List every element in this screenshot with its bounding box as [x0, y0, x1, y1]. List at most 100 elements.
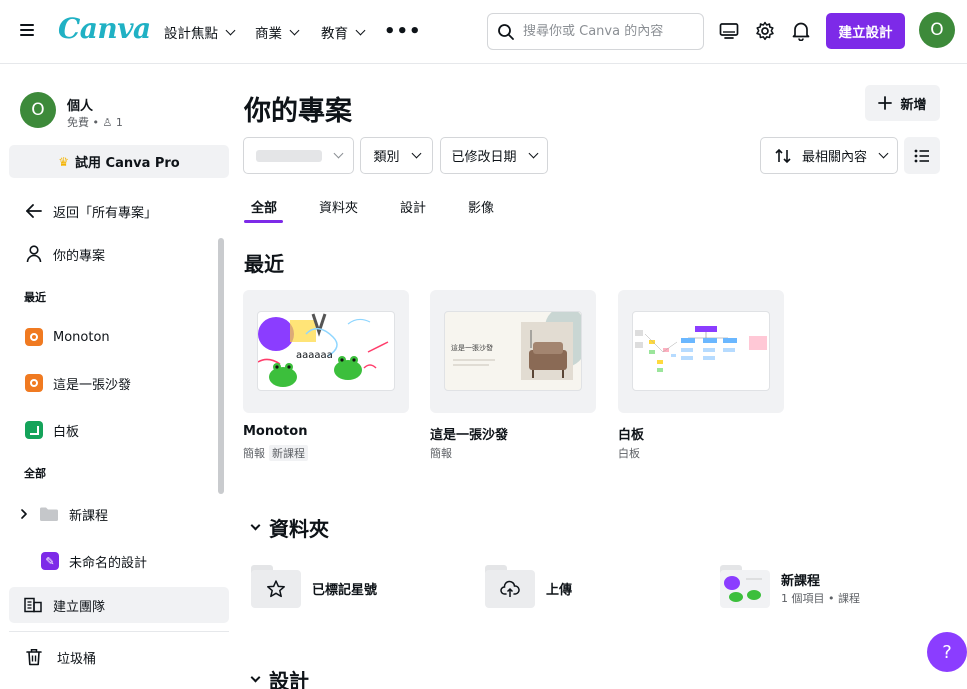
- try-pro-label: 試用 Canva Pro: [75, 156, 180, 171]
- card-title[interactable]: 這是一張沙發: [430, 424, 508, 443]
- presentation-icon: [24, 327, 44, 347]
- sidebar: O 個人 免費 • ♙ 1 ♛ 試用 Canva Pro 返回「所有專案」 你的…: [0, 65, 238, 689]
- tab-images[interactable]: 影像: [468, 197, 494, 216]
- new-label: 新增: [900, 97, 927, 113]
- chevron-right-icon[interactable]: [20, 508, 30, 520]
- card-meta: 簡報 新課程: [243, 445, 308, 461]
- sidebar-item-folder-new-course[interactable]: 新課程: [0, 494, 229, 534]
- card-meta: 白板: [618, 445, 640, 461]
- owner-filter[interactable]: [243, 137, 354, 174]
- redacted-owner: [255, 149, 322, 162]
- folder-uploads[interactable]: [485, 565, 535, 608]
- all-heading: 全部: [24, 467, 46, 480]
- cloud-upload-icon: [500, 580, 520, 597]
- whiteboard-icon: [24, 420, 44, 440]
- modified-date-filter[interactable]: 已修改日期: [440, 137, 548, 174]
- thumbnail-text: 這是一張沙發: [451, 344, 493, 352]
- design-thumbnail: aaaaaa: [257, 311, 395, 391]
- avatar[interactable]: O: [20, 92, 56, 128]
- tab-designs[interactable]: 設計: [400, 197, 426, 216]
- sort-dropdown[interactable]: 最相關內容: [760, 137, 898, 174]
- tab-folders[interactable]: 資料夾: [319, 197, 358, 216]
- folders-section-toggle[interactable]: 資料夾: [250, 513, 329, 542]
- star-icon: [267, 580, 285, 598]
- card-title[interactable]: 白板: [618, 424, 644, 443]
- try-pro-button[interactable]: ♛ 試用 Canva Pro: [9, 145, 229, 178]
- page-title: 你的專案: [244, 96, 352, 127]
- top-bar: Canva 設計焦點 商業 教育 ••• 建立設計 O: [0, 0, 967, 64]
- sidebar-item-your-projects[interactable]: 你的專案: [0, 234, 229, 274]
- chevron-down-icon: [250, 672, 261, 682]
- search-icon: [498, 23, 514, 40]
- search-box[interactable]: [487, 13, 704, 50]
- avatar[interactable]: O: [919, 12, 955, 48]
- nav-business[interactable]: 商業: [255, 22, 300, 42]
- design-thumbnail: 這是一張沙發: [444, 311, 582, 391]
- category-filter[interactable]: 類別: [360, 137, 433, 174]
- more-menu-icon[interactable]: •••: [384, 21, 422, 42]
- folder-label[interactable]: 上傳: [546, 579, 572, 598]
- create-team-label: 建立團隊: [53, 599, 106, 615]
- sidebar-item-monoton[interactable]: Monoton: [0, 317, 229, 357]
- gear-icon[interactable]: [754, 20, 776, 42]
- menu-icon[interactable]: [18, 21, 38, 41]
- search-input[interactable]: [523, 24, 693, 39]
- designs-section-title: 設計: [269, 669, 309, 689]
- folder-label[interactable]: 已標記星號: [312, 579, 377, 598]
- folder-label[interactable]: 新課程: [781, 570, 820, 589]
- divider: [9, 631, 229, 632]
- active-tab-indicator: [244, 220, 283, 223]
- folder-starred[interactable]: [251, 565, 301, 608]
- recent-heading: 最近: [24, 291, 46, 304]
- card-folder-tag[interactable]: 新課程: [269, 445, 308, 461]
- desktop-app-icon[interactable]: [718, 20, 740, 42]
- filter-label: 類別: [373, 150, 400, 165]
- folder-new-course[interactable]: [720, 565, 770, 608]
- presentation-icon: [24, 373, 44, 393]
- card-title[interactable]: Monoton: [243, 424, 307, 439]
- design-icon: ✎: [40, 551, 60, 571]
- chevron-down-icon: [411, 148, 421, 159]
- account-plan: 免費 • ♙ 1: [67, 116, 123, 129]
- sort-label: 最相關內容: [802, 150, 868, 165]
- sidebar-item-label: 垃圾桶: [57, 651, 97, 667]
- designs-section-toggle[interactable]: 設計: [250, 665, 309, 689]
- new-button[interactable]: 新增: [865, 85, 940, 121]
- sidebar-item-untitled-design[interactable]: ✎ 未命名的設計: [0, 541, 229, 581]
- card-type: 白板: [618, 447, 640, 460]
- design-card-sofa[interactable]: 這是一張沙發: [430, 290, 596, 413]
- sidebar-scrollbar[interactable]: [218, 238, 224, 494]
- list-view-toggle[interactable]: [904, 137, 940, 174]
- arrow-left-icon: [24, 201, 44, 221]
- design-card-monoton[interactable]: aaaaaa: [243, 290, 409, 413]
- create-design-button[interactable]: 建立設計: [826, 13, 905, 49]
- chevron-down-icon: [355, 25, 366, 35]
- folders-section-title: 資料夾: [269, 517, 329, 541]
- chevron-down-icon: [225, 25, 236, 35]
- sidebar-item-trash[interactable]: 垃圾桶: [0, 637, 229, 677]
- sidebar-item-whiteboard[interactable]: 白板: [0, 410, 229, 450]
- nav-label: 設計焦點: [164, 26, 218, 42]
- nav-education[interactable]: 教育: [321, 22, 366, 42]
- nav-label: 教育: [321, 26, 348, 42]
- canva-logo[interactable]: Canva: [58, 12, 151, 45]
- sidebar-item-sofa[interactable]: 這是一張沙發: [0, 363, 229, 403]
- sidebar-item-label: 這是一張沙發: [53, 377, 132, 393]
- card-type: 簡報: [430, 447, 452, 460]
- back-to-all-projects[interactable]: 返回「所有專案」: [0, 191, 229, 231]
- chevron-down-icon: [250, 520, 261, 530]
- help-button[interactable]: ?: [927, 632, 967, 672]
- sort-icon: [775, 148, 791, 163]
- person-icon: [24, 244, 44, 264]
- sidebar-item-label: Monoton: [53, 329, 110, 345]
- tab-all[interactable]: 全部: [251, 197, 277, 216]
- design-card-whiteboard[interactable]: [618, 290, 784, 413]
- create-team-button[interactable]: 建立團隊: [9, 587, 229, 623]
- bell-icon[interactable]: [790, 20, 812, 42]
- card-type: 簡報: [243, 447, 265, 460]
- plus-icon: [878, 96, 893, 110]
- nav-design-spotlight[interactable]: 設計焦點: [164, 22, 236, 42]
- account-name[interactable]: 個人: [67, 95, 93, 114]
- back-label: 返回「所有專案」: [53, 205, 158, 221]
- trash-icon: [24, 647, 44, 667]
